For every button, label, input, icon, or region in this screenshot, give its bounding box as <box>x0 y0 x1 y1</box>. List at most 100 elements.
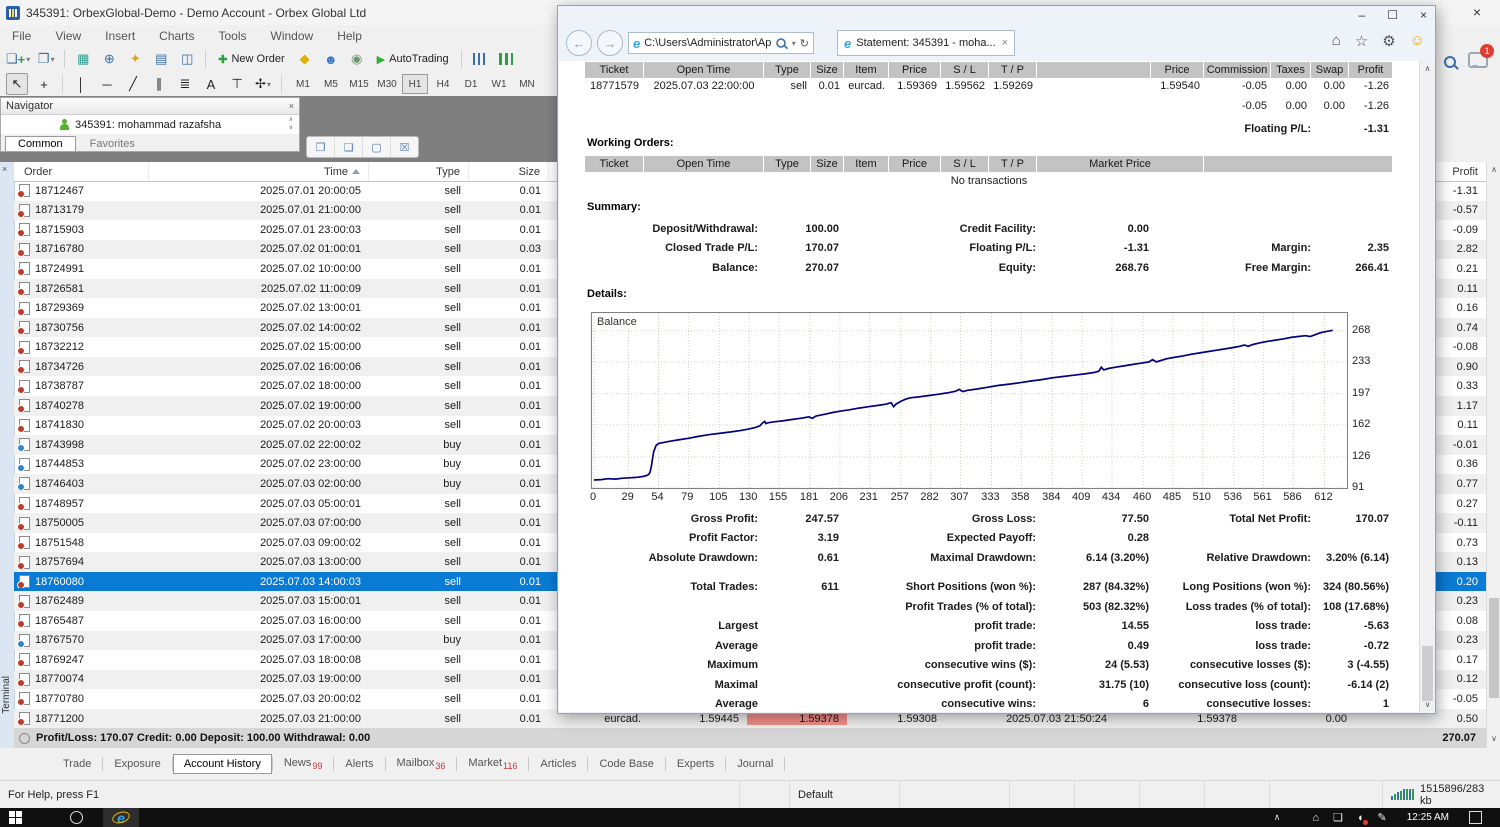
menu-item[interactable]: Window <box>271 29 314 43</box>
channel-tool[interactable]: ∥ <box>149 74 169 94</box>
menu-item[interactable]: Help <box>337 29 362 43</box>
maximize-window-icon[interactable]: ▢ <box>363 137 391 157</box>
market-watch-button[interactable]: ▦ <box>73 49 93 69</box>
close-icon[interactable]: × <box>1420 8 1427 22</box>
timeframe-button[interactable]: M15 <box>346 74 372 94</box>
smiley-icon[interactable]: ☺ <box>1410 32 1425 50</box>
close-icon[interactable]: × <box>1467 4 1487 20</box>
favorites-star-icon[interactable]: ☆ <box>1355 32 1368 50</box>
taskbar-ie-button[interactable]: e <box>103 808 139 827</box>
settings-gear-icon[interactable]: ⚙ <box>1382 32 1395 50</box>
strategy-tester-button[interactable]: ◫ <box>177 49 197 69</box>
home-tray-icon[interactable]: ⌂ <box>1312 812 1319 824</box>
tab-close-icon[interactable]: × <box>1002 37 1008 49</box>
timeframe-button[interactable]: M30 <box>374 74 400 94</box>
ie-scrollbar[interactable]: ∧ ∨ <box>1419 61 1434 712</box>
navigator-button[interactable]: ✦ <box>125 49 145 69</box>
back-icon[interactable]: ← <box>566 30 592 56</box>
timeframe-button[interactable]: H4 <box>430 74 456 94</box>
autotrading-button[interactable]: ▶AutoTrading <box>373 49 453 69</box>
pen-icon[interactable]: ✎ <box>1378 811 1387 824</box>
menu-item[interactable]: View <box>55 29 81 43</box>
terminal-tab[interactable]: Journal <box>726 754 784 774</box>
terminal-tab[interactable]: Mailbox36 <box>386 753 457 775</box>
menu-item[interactable]: File <box>12 29 31 43</box>
new-chart-button[interactable]: ❏+▾ <box>6 49 30 69</box>
forward-icon[interactable]: → <box>597 30 623 56</box>
fibonacci-tool[interactable]: ≣ <box>175 74 195 94</box>
taskbar-search-icon[interactable] <box>70 811 83 824</box>
terminal-button[interactable]: ▤ <box>151 49 171 69</box>
navigator-account-row[interactable]: 345391: mohammad razafsha ∧∨ <box>1 115 299 134</box>
data-window-button[interactable]: ⊕ <box>99 49 119 69</box>
terminal-tab[interactable]: Articles <box>529 754 587 774</box>
status-profile[interactable]: Default <box>790 781 900 808</box>
timeframe-button[interactable]: MN <box>514 74 540 94</box>
terminal-tab[interactable]: Market116 <box>457 753 528 775</box>
horizontal-line-tool[interactable]: ─ <box>97 74 117 94</box>
ie-tab[interactable]: e Statement: 345391 - moha... × <box>837 30 1015 56</box>
terminal-tab[interactable]: Code Base <box>588 754 664 774</box>
terminal-tab[interactable]: Experts <box>666 754 725 774</box>
column-order[interactable]: Order <box>14 162 149 181</box>
taskbar-clock[interactable]: 12:25 AM <box>1407 812 1449 823</box>
candlestick-chart-icon[interactable] <box>496 49 516 69</box>
home-icon[interactable]: ⌂ <box>1332 32 1341 50</box>
minimize-icon[interactable]: – <box>1359 8 1366 22</box>
close-icon[interactable]: × <box>289 101 294 111</box>
hidden-icons-chevron[interactable]: ∧ <box>1274 812 1281 823</box>
terminal-tab[interactable]: Account History <box>173 754 272 774</box>
start-button[interactable] <box>9 811 22 824</box>
ie-title-bar[interactable]: – ☐ × <box>558 6 1435 28</box>
scroll-thumb[interactable] <box>1422 646 1433 701</box>
terminal-tab[interactable]: Trade <box>52 754 102 774</box>
bar-chart-icon[interactable] <box>470 49 490 69</box>
restore-window-icon[interactable]: ❐ <box>307 137 335 157</box>
scroll-up-icon[interactable]: ∧ <box>1420 64 1434 73</box>
menu-item[interactable]: Charts <box>159 29 194 43</box>
terminal-scrollbar[interactable]: ∧ ∨ <box>1486 162 1500 748</box>
navigator-tab[interactable]: Favorites <box>78 137 147 151</box>
scroll-down-icon[interactable]: ∨ <box>1420 700 1434 709</box>
text-label-tool[interactable]: ⊤ <box>227 74 247 94</box>
navigator-tab[interactable]: Common <box>5 136 76 151</box>
text-tool[interactable]: A <box>201 74 221 94</box>
scroll-thumb[interactable] <box>1489 598 1499 698</box>
column-size[interactable]: Size <box>469 162 549 181</box>
terminal-tab[interactable]: Alerts <box>334 754 384 774</box>
timeframe-button[interactable]: W1 <box>486 74 512 94</box>
maximize-icon[interactable]: ☐ <box>1387 8 1398 22</box>
action-center-icon[interactable] <box>1469 811 1482 824</box>
column-type[interactable]: Type <box>369 162 469 181</box>
vertical-line-tool[interactable]: │ <box>71 74 91 94</box>
close-icon[interactable]: × <box>2 164 7 174</box>
profiles-button[interactable]: ❐▾ <box>36 49 56 69</box>
address-bar[interactable]: e C:\Users\Administrator\Ap ▾ ↻ <box>628 32 814 54</box>
menu-item[interactable]: Tools <box>219 29 247 43</box>
search-icon[interactable] <box>1444 56 1456 68</box>
menu-item[interactable]: Insert <box>105 29 135 43</box>
spinner-icon[interactable]: ∧∨ <box>289 116 293 132</box>
scroll-down-icon[interactable]: ∨ <box>1487 734 1500 743</box>
chevron-down-icon[interactable]: ▾ <box>792 39 796 48</box>
trendline-tool[interactable]: ╱ <box>123 74 143 94</box>
cursor-tool[interactable]: ↖ <box>6 73 28 95</box>
terminal-tab[interactable]: News99 <box>273 753 334 775</box>
close-window-icon[interactable]: ☒ <box>391 137 418 157</box>
metaeditor-button[interactable]: ◆ <box>295 49 315 69</box>
new-order-button[interactable]: ✚New Order <box>214 49 288 69</box>
cascade-windows-icon[interactable]: ❏ <box>335 137 363 157</box>
window-tray-icon[interactable]: ❏ <box>1333 811 1343 824</box>
community-button[interactable]: ◉ <box>347 49 367 69</box>
scroll-up-icon[interactable]: ∧ <box>1487 165 1500 174</box>
timeframe-button[interactable]: M1 <box>290 74 316 94</box>
experts-button[interactable]: ☻ <box>321 49 341 69</box>
timeframe-button[interactable]: M5 <box>318 74 344 94</box>
search-icon[interactable] <box>776 38 786 48</box>
refresh-icon[interactable]: ↻ <box>800 37 809 50</box>
crosshair-tool[interactable]: + <box>34 74 54 94</box>
timeframe-button[interactable]: D1 <box>458 74 484 94</box>
shapes-tool[interactable]: ✢▾ <box>253 74 273 94</box>
timeframe-button[interactable]: H1 <box>402 74 428 94</box>
speaker-icon[interactable]: ◖ <box>1357 812 1364 824</box>
